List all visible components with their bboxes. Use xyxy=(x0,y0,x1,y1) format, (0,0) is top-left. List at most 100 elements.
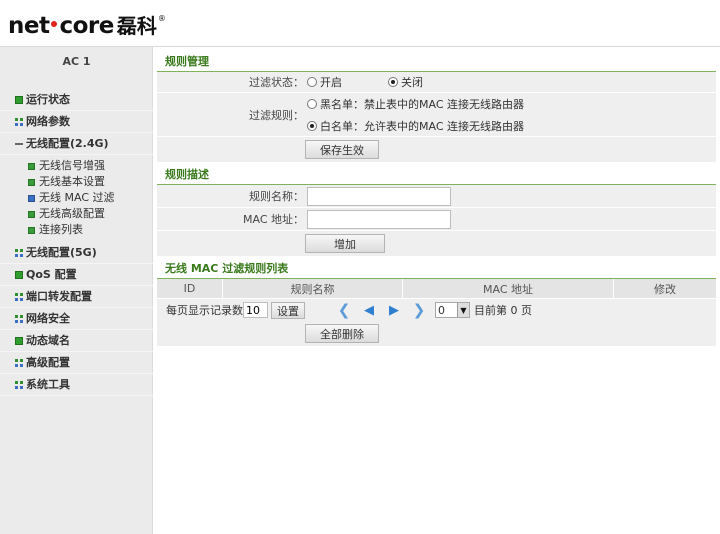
whitelist-label: 白名单：允许表中的MAC 连接无线路由器 xyxy=(320,119,524,133)
grid-icon xyxy=(15,358,23,367)
blacklist-label: 黑名单：禁止表中的MAC 连接无线路由器 xyxy=(320,97,524,111)
save-row: 保存生效 xyxy=(157,137,716,162)
logo-registered-mark: ® xyxy=(157,14,166,23)
sidebar-item-port-forwarding[interactable]: 端口转发配置 xyxy=(0,286,153,308)
grid-icon xyxy=(15,117,23,126)
radio-off-icon xyxy=(307,98,317,109)
sidebar-subitem-label: 无线基本设置 xyxy=(39,175,105,188)
grid-icon xyxy=(15,292,23,301)
delete-all-row: 全部删除 xyxy=(157,321,716,346)
sidebar-subitem-connection-list[interactable]: 连接列表 xyxy=(0,222,153,238)
sidebar-item-system-tools[interactable]: 系统工具 xyxy=(0,374,153,396)
first-page-icon[interactable]: ❮ xyxy=(335,301,353,319)
sidebar-title: AC 1 xyxy=(62,55,91,68)
mac-address-input[interactable] xyxy=(307,209,451,229)
logo-text-net: net xyxy=(8,13,50,39)
filter-status-label: 过滤状态： xyxy=(157,72,306,92)
sidebar-subitem-label: 无线 MAC 过滤 xyxy=(39,191,115,204)
grid-icon xyxy=(15,380,23,389)
rule-name-label: 规则名称： xyxy=(157,185,306,207)
col-id: ID xyxy=(157,279,223,298)
sidebar-item-ddns[interactable]: 动态域名 xyxy=(0,330,153,352)
delete-all-button[interactable]: 全部删除 xyxy=(305,324,379,343)
netcore-logo: net core 磊科 ® xyxy=(8,10,166,39)
sidebar-subitem-mac-filter[interactable]: 无线 MAC 过滤 xyxy=(0,190,153,206)
logo-text-cn: 磊科 xyxy=(116,14,157,38)
sidebar-item-advanced[interactable]: 高级配置 xyxy=(0,352,153,374)
col-edit: 修改 xyxy=(654,282,676,296)
status-on-radio[interactable]: 开启 xyxy=(307,74,342,90)
prev-page-icon[interactable]: ◀ xyxy=(360,302,378,318)
rule-mgmt-heading: 规则管理 xyxy=(157,52,716,72)
grid-icon xyxy=(15,248,23,257)
rule-list-heading: 无线 MAC 过滤规则列表 xyxy=(157,259,716,279)
status-off-label: 关闭 xyxy=(401,76,423,89)
sidebar-item-label: 无线配置(5G) xyxy=(26,245,97,259)
last-page-icon[interactable]: ❯ xyxy=(410,301,428,319)
blacklist-radio[interactable]: 黑名单：禁止表中的MAC 连接无线路由器 xyxy=(307,96,524,112)
sidebar-item-label: 无线配置(2.4G) xyxy=(26,136,109,150)
sidebar-nav: 运行状态 网络参数 无线配置(2.4G) 无线信号增强 无线基本设置 无线 MA… xyxy=(0,89,153,396)
rule-table-header: ID 规则名称 MAC 地址 修改 xyxy=(157,279,716,299)
add-row: 增加 xyxy=(157,231,716,256)
green-square-icon xyxy=(28,162,35,170)
green-square-icon xyxy=(15,336,23,345)
col-rule-name: 规则名称 xyxy=(223,279,403,298)
sidebar-item-label: 网络参数 xyxy=(26,114,70,128)
sidebar-subitem-basic-settings[interactable]: 无线基本设置 xyxy=(0,174,153,190)
sidebar-subgroup-wireless-24g: 无线信号增强 无线基本设置 无线 MAC 过滤 无线高级配置 连接列表 xyxy=(0,155,153,242)
page-select-value: 0 xyxy=(438,303,445,317)
add-button[interactable]: 增加 xyxy=(305,234,385,253)
sidebar-item-label: QoS 配置 xyxy=(26,267,77,281)
sidebar-subitem-signal-boost[interactable]: 无线信号增强 xyxy=(0,158,153,174)
sidebar-item-network[interactable]: 网络参数 xyxy=(0,111,153,133)
sidebar-item-label: 系统工具 xyxy=(26,377,70,391)
per-page-input[interactable] xyxy=(243,302,268,318)
set-button[interactable]: 设置 xyxy=(271,301,305,319)
radio-off-icon xyxy=(307,77,317,87)
radio-on-icon xyxy=(307,120,317,131)
pager: 每页显示记录数 设置 ❮ ◀ ▶ ❯ 0 ▼ 目前第 0 页 xyxy=(157,299,716,321)
sidebar-item-label: 高级配置 xyxy=(26,355,70,369)
arrow-square-icon xyxy=(28,194,35,202)
filter-status-row: 过滤状态： 开启 关闭 xyxy=(157,72,716,93)
green-square-icon xyxy=(15,95,23,104)
header: net core 磊科 ® xyxy=(0,0,720,47)
sidebar: AC 1 运行状态 网络参数 无线配置(2.4G) 无线信号增强 无线基本设置 xyxy=(0,47,153,534)
sidebar-item-wireless-5g[interactable]: 无线配置(5G) xyxy=(0,242,153,264)
logo-dot xyxy=(51,21,58,27)
status-off-radio[interactable]: 关闭 xyxy=(388,74,423,90)
col-mac-address: MAC 地址 xyxy=(403,279,614,298)
sidebar-item-label: 运行状态 xyxy=(26,92,70,106)
next-page-icon[interactable]: ▶ xyxy=(385,302,403,318)
green-square-icon xyxy=(28,210,35,218)
green-square-icon xyxy=(15,270,23,279)
logo-text-core: core xyxy=(59,13,114,39)
save-button[interactable]: 保存生效 xyxy=(305,140,379,159)
page-select[interactable]: 0 ▼ xyxy=(435,302,470,318)
mac-address-row: MAC 地址： xyxy=(157,208,716,231)
sidebar-item-wireless-24g[interactable]: 无线配置(2.4G) xyxy=(0,133,153,155)
grid-icon xyxy=(15,314,23,323)
sidebar-item-security[interactable]: 网络安全 xyxy=(0,308,153,330)
dropdown-arrow-icon: ▼ xyxy=(457,303,469,317)
green-square-icon xyxy=(28,178,35,186)
main-content: 规则管理 过滤状态： 开启 关闭 过滤规则： 黑名单：禁止表中的MAC 连接无线… xyxy=(157,52,716,346)
sidebar-item-label: 网络安全 xyxy=(26,311,70,325)
sidebar-item-qos[interactable]: QoS 配置 xyxy=(0,264,153,286)
sidebar-subitem-label: 连接列表 xyxy=(39,223,83,236)
rule-name-row: 规则名称： xyxy=(157,185,716,208)
mac-address-label: MAC 地址： xyxy=(157,208,306,230)
sidebar-item-label: 动态域名 xyxy=(26,333,70,347)
per-page-label: 每页显示记录数 xyxy=(166,304,243,317)
current-page-text: 目前第 0 页 xyxy=(474,304,532,317)
sidebar-subitem-advanced[interactable]: 无线高级配置 xyxy=(0,206,153,222)
sidebar-item-status[interactable]: 运行状态 xyxy=(0,89,153,111)
green-square-icon xyxy=(28,226,35,234)
status-on-label: 开启 xyxy=(320,76,342,89)
sidebar-subitem-label: 无线高级配置 xyxy=(39,207,105,220)
rule-name-input[interactable] xyxy=(307,186,451,206)
whitelist-radio[interactable]: 白名单：允许表中的MAC 连接无线路由器 xyxy=(307,118,524,134)
minus-icon xyxy=(15,139,23,148)
sidebar-item-label: 端口转发配置 xyxy=(26,289,92,303)
